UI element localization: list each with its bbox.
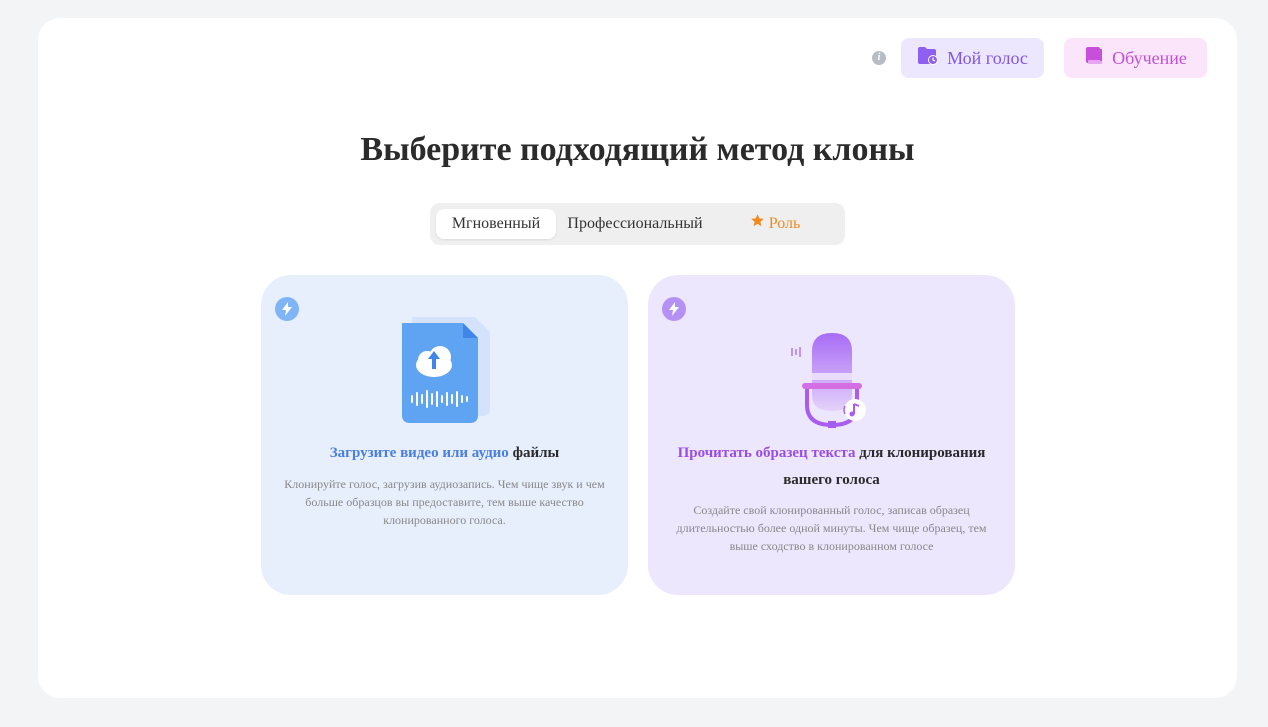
tab-instant[interactable]: Мгновенный bbox=[436, 209, 556, 239]
read-card-heading: Прочитать образец текста для клонировани… bbox=[660, 440, 1003, 494]
info-icon[interactable]: i bbox=[872, 51, 886, 65]
cloud-upload-file-icon bbox=[390, 313, 500, 433]
upload-heading-highlight: Загрузите видео или аудио bbox=[329, 445, 509, 461]
main-panel: i Мой голос Обучение Выберите подходящий… bbox=[38, 18, 1237, 698]
read-heading-highlight: Прочитать образец текста bbox=[677, 445, 856, 461]
upload-method-card[interactable]: Загрузите видео или аудио файлы Клонируй… bbox=[261, 275, 628, 595]
tab-role-label: Роль bbox=[768, 215, 801, 232]
microphone-icon bbox=[782, 313, 882, 433]
lightning-icon bbox=[275, 297, 299, 321]
read-card-description: Создайте свой клонированный голос, запис… bbox=[676, 503, 987, 553]
method-tabs: Мгновенный Профессиональный Роль bbox=[430, 203, 845, 245]
lightning-icon bbox=[662, 297, 686, 321]
upload-heading-rest: файлы bbox=[508, 445, 560, 461]
my-voice-label: Мой голос bbox=[947, 47, 1028, 68]
my-voice-button[interactable]: Мой голос bbox=[901, 38, 1044, 78]
learning-button[interactable]: Обучение bbox=[1064, 38, 1207, 78]
tab-role[interactable]: Роль bbox=[730, 209, 820, 239]
learning-label: Обучение bbox=[1112, 47, 1187, 68]
read-text-method-card[interactable]: Прочитать образец текста для клонировани… bbox=[648, 275, 1015, 595]
upload-card-description: Клонируйте голос, загрузив аудиозапись. … bbox=[284, 477, 605, 527]
star-icon bbox=[750, 209, 765, 239]
page-title: Выберите подходящий метод клоны bbox=[360, 131, 915, 168]
folder-clock-icon bbox=[917, 46, 939, 71]
upload-card-heading: Загрузите видео или аудио файлы bbox=[273, 440, 616, 467]
book-icon bbox=[1084, 46, 1104, 71]
tab-professional[interactable]: Профессиональный bbox=[560, 209, 710, 239]
